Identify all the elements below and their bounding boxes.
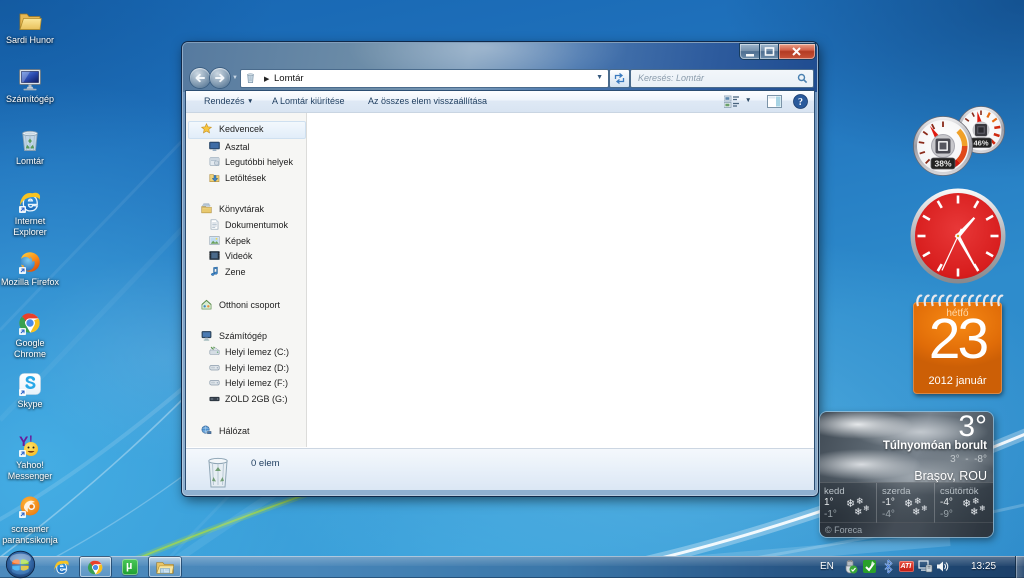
svg-text:?: ? xyxy=(798,97,803,108)
svg-text:38%: 38% xyxy=(934,159,951,169)
svg-text:❄: ❄ xyxy=(863,504,870,513)
svg-text:❄: ❄ xyxy=(979,504,986,513)
svg-text:❄: ❄ xyxy=(912,507,920,518)
svg-text:❄: ❄ xyxy=(854,507,862,518)
svg-text:46%: 46% xyxy=(973,138,988,147)
svg-text:e: e xyxy=(57,558,67,575)
svg-text:❄: ❄ xyxy=(921,504,928,513)
svg-text:❄: ❄ xyxy=(970,507,978,518)
